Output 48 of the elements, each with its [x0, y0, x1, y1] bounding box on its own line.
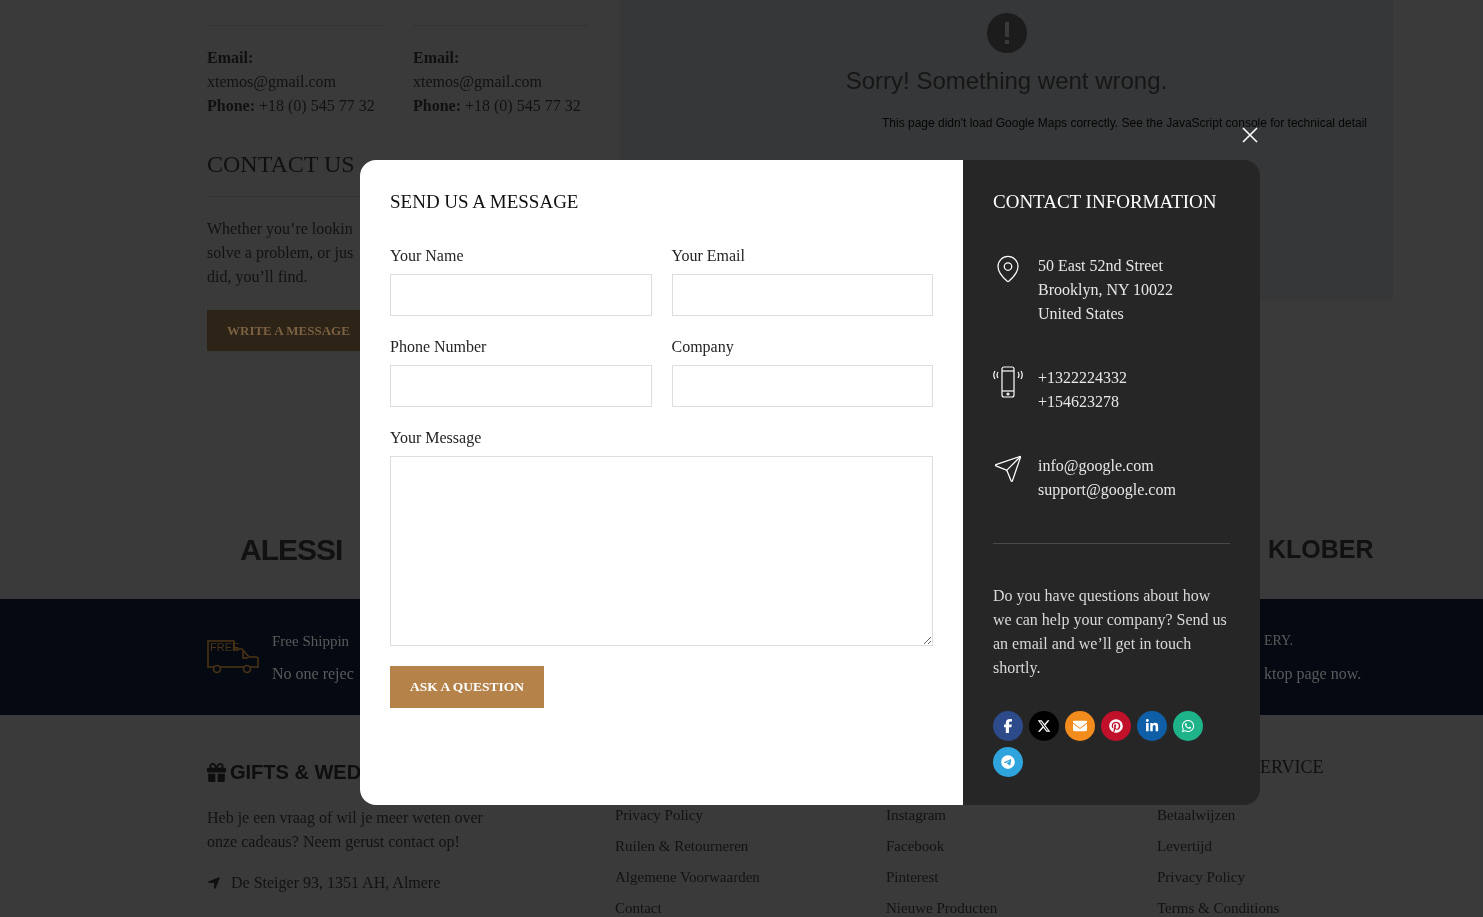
feature-title: Free Shippin — [272, 631, 351, 651]
social-button[interactable] — [1173, 711, 1203, 741]
telegram-icon — [1001, 755, 1015, 769]
field-label: Phone Number — [390, 337, 488, 357]
contact-info-text: United States — [1038, 304, 1125, 324]
contact-info-text: info@google.com — [1038, 456, 1155, 477]
field-label: Your Message — [390, 428, 483, 449]
field-label: Company — [671, 337, 735, 358]
alert-icon — [986, 13, 1027, 53]
social-button[interactable] — [993, 747, 1023, 777]
contact-info-text: +1322224332 — [1038, 368, 1128, 388]
message-field[interactable] — [390, 456, 933, 646]
input-field[interactable] — [671, 274, 933, 316]
input-field[interactable] — [390, 274, 652, 316]
ask-question-button[interactable]: ASK A QUESTION — [390, 666, 545, 708]
write-message-button[interactable]: WRITE A MESSAGE — [207, 310, 360, 351]
truck-icon — [207, 640, 259, 674]
info-paragraph: Do you have questions about how we can help your company? Send us an email and we’ll get in touch shortly. — [993, 586, 1228, 679]
field-label: Your Name — [390, 246, 465, 266]
input-field[interactable] — [390, 365, 652, 407]
social-button[interactable] — [1065, 711, 1095, 741]
modal-title: SEND US A MESSAGE — [390, 190, 580, 214]
social-button[interactable] — [1137, 711, 1167, 741]
pinterest-icon — [1109, 719, 1123, 733]
contact-info-text: +154623278 — [1038, 392, 1121, 412]
whatsapp-icon — [1181, 719, 1195, 733]
mail-icon — [1073, 719, 1087, 733]
paper-plane-icon — [993, 454, 1023, 484]
social-button[interactable] — [993, 711, 1023, 741]
info-title: CONTACT INFORMATION — [993, 190, 1218, 214]
contact-info-text: Brooklyn, NY 10022 — [1038, 280, 1173, 301]
x-icon — [1037, 719, 1051, 733]
input-field[interactable] — [671, 365, 933, 407]
phone-icon — [993, 366, 1023, 398]
close-icon — [1240, 125, 1260, 145]
feature-text: No one rejec — [272, 663, 354, 684]
linkedin-icon — [1145, 719, 1159, 733]
contact-info-text: 50 East 52nd Street — [1038, 256, 1164, 276]
location-arrow-icon — [207, 876, 221, 890]
feature-text: ktop page now. — [1264, 663, 1362, 684]
field-label: Your Email — [671, 246, 746, 266]
gift-icon — [207, 762, 226, 782]
feature-title: ERY. — [1264, 631, 1293, 650]
social-button[interactable] — [1029, 711, 1059, 741]
facebook-icon — [1001, 719, 1015, 733]
close-button[interactable] — [1240, 125, 1260, 145]
social-button[interactable] — [1101, 711, 1131, 741]
contact-info-text: support@google.com — [1038, 480, 1176, 501]
